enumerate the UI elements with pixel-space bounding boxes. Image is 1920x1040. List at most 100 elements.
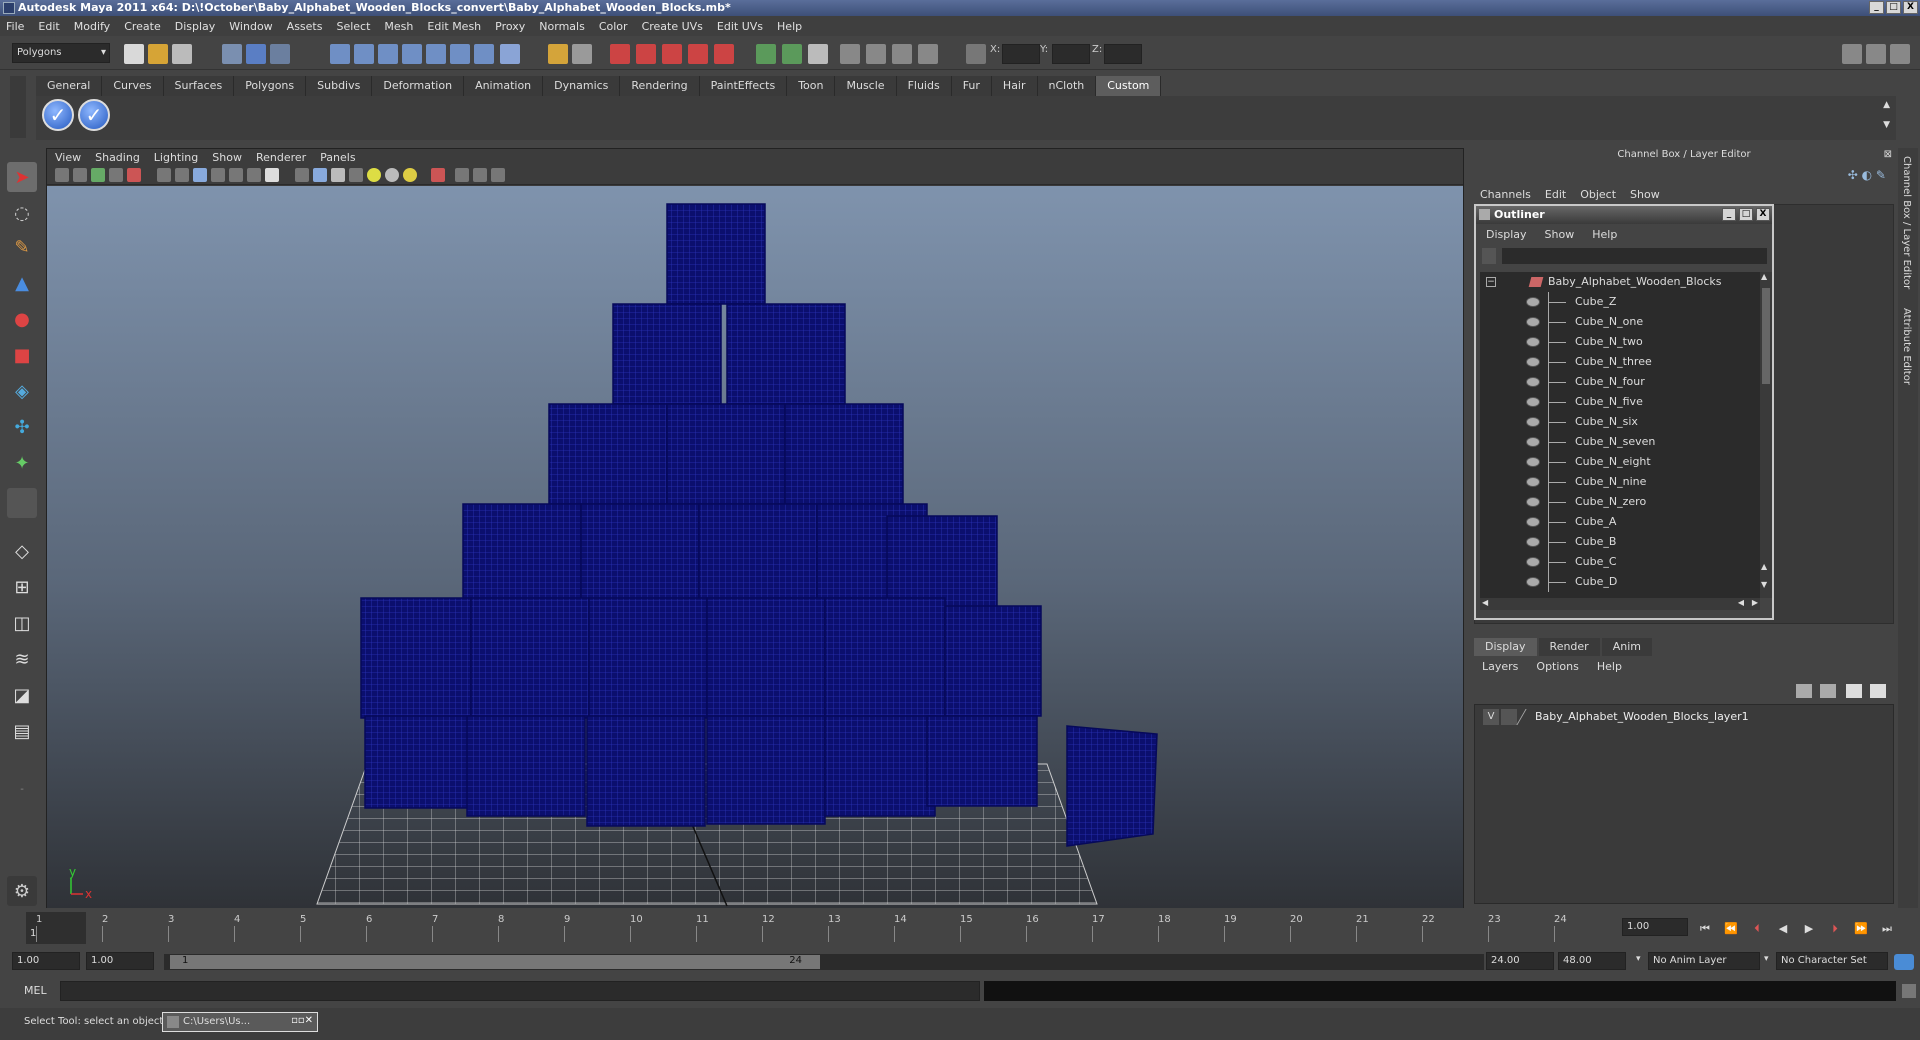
render-settings-icon[interactable]	[662, 44, 682, 64]
outliner-root-row[interactable]: − Baby_Alphabet_Wooden_Blocks	[1480, 272, 1760, 292]
shelf-checkmark-button-2[interactable]: ✓	[78, 99, 110, 131]
attribute-editor-toggle-icon[interactable]	[1890, 44, 1910, 64]
outliner-item[interactable]: Cube_N_two	[1480, 332, 1760, 352]
mel-command-input[interactable]	[60, 981, 980, 1001]
command-language-label[interactable]: MEL	[24, 984, 47, 997]
menu-assets[interactable]: Assets	[287, 20, 323, 33]
four-view-layout-icon[interactable]: ⊞	[7, 572, 37, 602]
menu-edit[interactable]: Edit	[38, 20, 59, 33]
menu-edit-uvs[interactable]: Edit UVs	[717, 20, 763, 33]
menu-mesh[interactable]: Mesh	[384, 20, 413, 33]
layer-tab-anim[interactable]: Anim	[1601, 638, 1652, 656]
tool-settings-icon[interactable]	[840, 44, 860, 64]
outliner-item[interactable]: Cube_N_three	[1480, 352, 1760, 372]
menu-normals[interactable]: Normals	[539, 20, 585, 33]
scroll-left-icon[interactable]: ◀	[1738, 598, 1744, 607]
render-frame-icon[interactable]	[610, 44, 630, 64]
play-forward-icon[interactable]: ▶	[1802, 922, 1816, 935]
scroll-up-icon[interactable]: ▲	[1761, 562, 1767, 571]
perspective-outliner-layout-icon[interactable]: ◫	[7, 608, 37, 638]
play-backward-icon[interactable]: ◀	[1776, 922, 1790, 935]
snap-curve-icon[interactable]	[354, 44, 374, 64]
shelf-tab-polygons[interactable]: Polygons	[234, 76, 307, 96]
shelf-tab-surfaces[interactable]: Surfaces	[163, 76, 235, 96]
layer-menu-layers[interactable]: Layers	[1482, 660, 1518, 673]
snap-view-plane-icon[interactable]	[402, 44, 422, 64]
select-object-icon[interactable]	[246, 44, 266, 64]
grid-icon[interactable]	[918, 44, 938, 64]
select-hierarchy-icon[interactable]	[222, 44, 242, 64]
safe-title-icon[interactable]	[265, 168, 279, 182]
xray-icon[interactable]	[431, 168, 445, 182]
go-to-start-icon[interactable]: ⏮	[1698, 922, 1712, 935]
layer-tab-display[interactable]: Display	[1474, 638, 1537, 656]
menu-set-dropdown[interactable]: Polygons ▾	[12, 43, 110, 63]
shadows-icon[interactable]	[403, 168, 417, 182]
scroll-down-icon[interactable]: ▼	[1883, 120, 1890, 130]
hud-icon[interactable]	[473, 168, 487, 182]
construction-history-icon[interactable]	[474, 44, 494, 64]
y-coord-input[interactable]	[1052, 44, 1090, 64]
step-forward-frame-icon[interactable]: ⏵	[1828, 922, 1842, 935]
menu-display[interactable]: Display	[175, 20, 216, 33]
step-forward-key-icon[interactable]: ⏩	[1854, 922, 1868, 935]
scale-tool-icon[interactable]: ■	[7, 340, 37, 370]
manipulator-tool-icon[interactable]: ◈	[7, 376, 37, 406]
viewport-scene[interactable]: y x	[47, 186, 1463, 908]
layer-down-icon[interactable]	[1870, 684, 1886, 698]
film-gate-icon[interactable]	[175, 168, 189, 182]
menu-window[interactable]: Window	[229, 20, 272, 33]
collapse-icon[interactable]: −	[1486, 277, 1496, 287]
textured-icon[interactable]	[349, 168, 363, 182]
viewport-menu-lighting[interactable]: Lighting	[154, 151, 198, 164]
outliner-layout-icon[interactable]: ▤	[7, 716, 37, 746]
minimize-button[interactable]: _	[1869, 1, 1884, 14]
outliner-item[interactable]: Cube_N_nine	[1480, 472, 1760, 492]
snap-grid-icon[interactable]	[330, 44, 350, 64]
outliner-item[interactable]: Cube_N_one	[1480, 312, 1760, 332]
layer-editor-toggle-icon[interactable]	[892, 44, 912, 64]
gate-mask-icon[interactable]	[211, 168, 225, 182]
script-editor-icon[interactable]	[1902, 984, 1916, 998]
move-tool-icon[interactable]: ▲	[7, 268, 37, 298]
camera-select-icon[interactable]	[55, 168, 69, 182]
help-icon[interactable]	[500, 44, 520, 64]
scroll-down-icon[interactable]: ▼	[1761, 580, 1767, 589]
ipr-render-icon[interactable]	[636, 44, 656, 64]
menu-file[interactable]: File	[6, 20, 24, 33]
shelf-tab-rendering[interactable]: Rendering	[620, 76, 700, 96]
viewport-menu-view[interactable]: View	[55, 151, 81, 164]
outliner-item[interactable]: Cube_N_five	[1480, 392, 1760, 412]
menu-edit-mesh[interactable]: Edit Mesh	[427, 20, 481, 33]
default-light-icon[interactable]	[367, 168, 381, 182]
isolate-select-icon[interactable]	[127, 168, 141, 182]
paint-select-tool-icon[interactable]: ✎	[7, 232, 37, 262]
shelf-menu-handle[interactable]	[10, 76, 26, 138]
scroll-up-icon[interactable]: ▲	[1883, 100, 1890, 110]
attribute-editor-icon[interactable]	[808, 44, 828, 64]
share-icon[interactable]	[491, 168, 505, 182]
layer-menu-options[interactable]: Options	[1536, 660, 1578, 673]
outliner-item[interactable]: Cube_D	[1480, 572, 1760, 592]
range-slider-track[interactable]: 1 24	[164, 954, 1484, 970]
render-view-icon[interactable]	[714, 44, 734, 64]
step-back-key-icon[interactable]: ⏪	[1724, 922, 1738, 935]
anim-layer-dropdown[interactable]: No Anim Layer	[1648, 952, 1760, 970]
select-component-icon[interactable]	[270, 44, 290, 64]
character-set-dropdown[interactable]: No Character Set	[1776, 952, 1888, 970]
outliner-item[interactable]: Cube_Z	[1480, 292, 1760, 312]
single-perspective-layout-icon[interactable]: ◇	[7, 536, 37, 566]
outliner-maximize-button[interactable]: □	[1739, 208, 1753, 221]
new-scene-icon[interactable]	[124, 44, 144, 64]
go-to-end-icon[interactable]: ⏭	[1880, 922, 1894, 935]
channel-menu-edit[interactable]: Edit	[1545, 188, 1566, 201]
layer-up-icon[interactable]	[1846, 684, 1862, 698]
menu-select[interactable]: Select	[336, 20, 370, 33]
isolate-view-icon[interactable]	[455, 168, 469, 182]
safe-action-icon[interactable]	[247, 168, 261, 182]
shaded-wireframe-icon[interactable]	[331, 168, 345, 182]
menu-proxy[interactable]: Proxy	[495, 20, 525, 33]
minimized-window-tab[interactable]: C:\Users\Us... ▫▫✕	[162, 1012, 318, 1032]
channel-box-toggle-icon[interactable]	[1866, 44, 1886, 64]
range-slider-handle[interactable]: 1 24	[170, 955, 820, 969]
